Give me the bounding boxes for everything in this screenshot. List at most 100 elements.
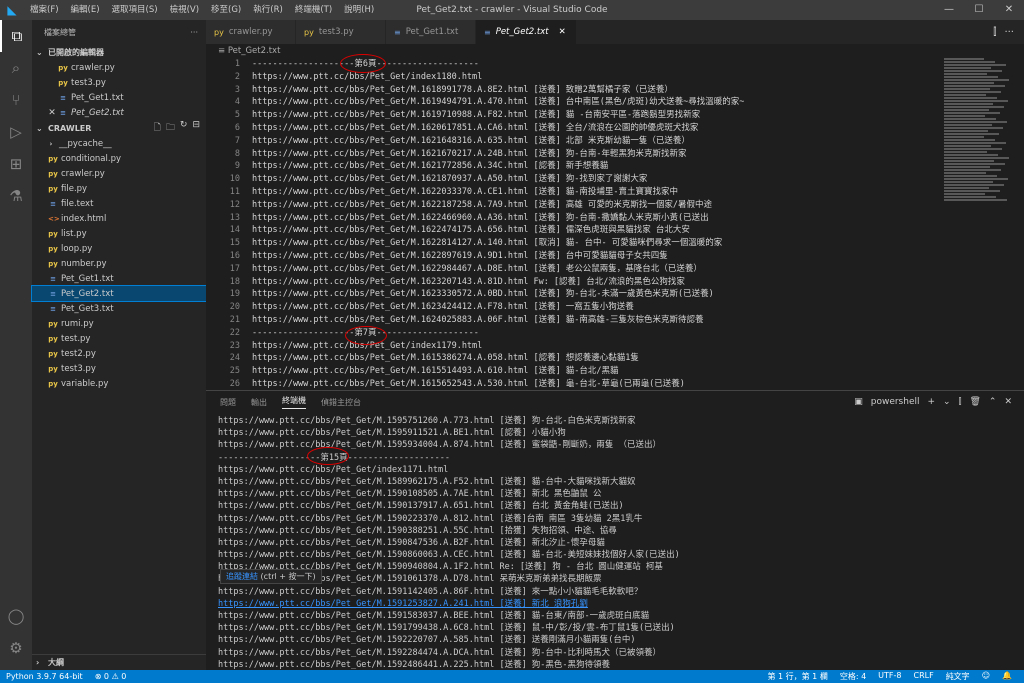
follow-link-action[interactable]: 追蹤連結: [226, 572, 258, 581]
file-item-crawler-py[interactable]: py crawler.py: [32, 166, 206, 181]
encoding[interactable]: UTF-8: [878, 671, 901, 682]
outline-section[interactable]: › 大綱: [32, 654, 206, 670]
run-debug-icon[interactable]: ▷: [0, 116, 32, 148]
extensions-icon[interactable]: ⊞: [0, 148, 32, 180]
file-name: crawler.py: [61, 168, 105, 179]
open-editors-section[interactable]: ⌄ 已開啟的編輯器: [32, 44, 206, 60]
file-item-pet-get2-txt[interactable]: ✕ ≡ Pet_Get2.txt: [32, 105, 206, 120]
explorer-more-button[interactable]: ···: [190, 28, 198, 37]
menu-item[interactable]: 說明(H): [338, 0, 380, 20]
menu-item[interactable]: 檔案(F): [24, 0, 65, 20]
minimap-line: [944, 133, 999, 135]
file-type-icon: py: [48, 229, 58, 238]
more-actions-icon[interactable]: ···: [1004, 27, 1014, 38]
file-item-pycache[interactable]: › __pycache__: [32, 136, 206, 151]
testing-icon[interactable]: ⚗: [0, 180, 32, 212]
menu-item[interactable]: 移至(G): [205, 0, 247, 20]
menu-item[interactable]: 檢視(V): [164, 0, 205, 20]
file-item-test3-py[interactable]: py test3.py: [32, 361, 206, 376]
tab-pet-get2-txt[interactable]: ≡ Pet_Get2.txt ✕: [476, 20, 577, 44]
line-text: https://www.ptt.cc/bbs/Pet_Get/M.1624025…: [252, 314, 704, 325]
code-line: 24 https://www.ptt.cc/bbs/Pet_Get/M.16153…: [206, 352, 1024, 365]
terminal-output[interactable]: https://www.ptt.cc/bbs/Pet_Get/M.1595751…: [218, 415, 1018, 669]
menu-item[interactable]: 編輯(E): [65, 0, 106, 20]
file-item-conditional-py[interactable]: py conditional.py: [32, 151, 206, 166]
line-ending[interactable]: CRLF: [913, 671, 933, 682]
line-number: 9: [234, 161, 240, 172]
maximize-icon[interactable]: ☐: [964, 0, 994, 20]
file-item-file-py[interactable]: py file.py: [32, 181, 206, 196]
line-number: 10: [229, 174, 240, 185]
terminal-line[interactable]: https://www.ptt.cc/bbs/Pet_Get/M.1591253…: [218, 598, 1018, 610]
file-item-pet-get3-txt[interactable]: ≡ Pet_Get3.txt: [32, 301, 206, 316]
tab-test3-py[interactable]: py test3.py: [296, 20, 386, 44]
settings-gear-icon[interactable]: ⚙: [0, 632, 32, 664]
source-control-icon[interactable]: ⑂: [0, 84, 32, 116]
crawler-folder-section[interactable]: ⌄ CRAWLER 🗋 🗀 ↻ ⊟: [32, 120, 206, 136]
trash-icon[interactable]: 🗑: [969, 397, 980, 407]
line-number: 11: [229, 186, 240, 197]
menu-item[interactable]: 終端機(T): [289, 0, 338, 20]
file-item-file-text[interactable]: ≡ file.text: [32, 196, 206, 211]
minimap-line: [944, 172, 986, 174]
file-item-loop-py[interactable]: py loop.py: [32, 241, 206, 256]
file-item-variable-py[interactable]: py variable.py: [32, 376, 206, 391]
line-number: 4: [234, 97, 240, 108]
panel-tab[interactable]: 偵錯主控台: [321, 397, 361, 408]
panel-tab[interactable]: 問題: [220, 397, 236, 408]
search-icon[interactable]: ⌕: [0, 52, 32, 84]
split-editor-icon[interactable]: ⫿: [993, 27, 996, 38]
breadcrumb[interactable]: ≡ Pet_Get2.txt: [206, 44, 1024, 58]
new-terminal-icon[interactable]: +: [927, 397, 935, 407]
chevron-down-icon[interactable]: ⌄: [943, 397, 951, 407]
notifications-icon[interactable]: 🔔: [1002, 671, 1012, 682]
refresh-icon[interactable]: ↻: [180, 120, 188, 136]
split-terminal-icon[interactable]: ⫿: [959, 397, 962, 407]
language-mode[interactable]: 純文字: [946, 671, 970, 682]
line-text: https://www.ptt.cc/bbs/Pet_Get/M.1621648…: [252, 135, 690, 146]
vscode-logo-icon: ◣: [7, 3, 17, 17]
file-item-index-html[interactable]: <> index.html: [32, 211, 206, 226]
file-type-icon: ≡: [60, 108, 66, 117]
code-line: 3 https://www.ptt.cc/bbs/Pet_Get/M.161899…: [206, 84, 1024, 97]
new-file-icon[interactable]: 🗋: [154, 120, 161, 136]
minimap-line: [944, 163, 1005, 165]
file-tree: › __pycache__ py conditional.py py crawler.py…: [31, 136, 207, 391]
minimap-line: [944, 100, 1008, 102]
collapse-all-icon[interactable]: ⊟: [192, 120, 200, 136]
file-item-test3-py[interactable]: py test3.py: [32, 75, 206, 90]
file-item-pet-get1-txt[interactable]: ≡ Pet_Get1.txt: [32, 90, 206, 105]
shell-name[interactable]: powershell: [871, 397, 920, 407]
file-item-test2-py[interactable]: py test2.py: [32, 346, 206, 361]
file-item-crawler-py[interactable]: py crawler.py: [32, 60, 206, 75]
minimize-icon[interactable]: —: [934, 0, 964, 20]
close-icon[interactable]: ✕: [994, 0, 1024, 20]
panel-tab[interactable]: 終端機: [282, 395, 306, 409]
file-item-list-py[interactable]: py list.py: [32, 226, 206, 241]
close-icon[interactable]: ✕: [549, 27, 566, 37]
file-item-test-py[interactable]: py test.py: [32, 331, 206, 346]
panel-tab[interactable]: 輸出: [251, 397, 267, 408]
minimap[interactable]: [944, 58, 1010, 208]
tab-pet-get1-txt[interactable]: ≡ Pet_Get1.txt: [386, 20, 476, 44]
indentation[interactable]: 空格: 4: [840, 671, 866, 682]
problems-count[interactable]: ⊗ 0 ⚠ 0: [95, 672, 127, 681]
file-item-number-py[interactable]: py number.py: [32, 256, 206, 271]
feedback-icon[interactable]: ☺: [982, 671, 990, 682]
python-interpreter[interactable]: Python 3.9.7 64-bit: [6, 672, 83, 681]
file-item-rumi-py[interactable]: py rumi.py: [32, 316, 206, 331]
account-icon[interactable]: ◯: [0, 600, 32, 632]
file-item-pet-get1-txt[interactable]: ≡ Pet_Get1.txt: [32, 271, 206, 286]
menu-item[interactable]: 執行(R): [247, 0, 289, 20]
code-view[interactable]: 1 --------------------第6頁----------------…: [206, 58, 1024, 390]
cursor-position[interactable]: 第 1 行，第 1 欄: [767, 671, 827, 682]
close-icon[interactable]: ✕: [46, 108, 58, 118]
close-panel-icon[interactable]: ✕: [1004, 397, 1012, 407]
new-folder-icon[interactable]: 🗀: [166, 120, 175, 136]
menu-item[interactable]: 選取項目(S): [106, 0, 164, 20]
line-number: 1: [234, 59, 240, 69]
maximize-panel-icon[interactable]: ⌃: [989, 397, 997, 407]
files-icon[interactable]: ⧉: [0, 20, 32, 52]
file-item-pet-get2-txt[interactable]: ≡ Pet_Get2.txt: [31, 285, 207, 302]
tab-crawler-py[interactable]: py crawler.py: [206, 20, 296, 44]
